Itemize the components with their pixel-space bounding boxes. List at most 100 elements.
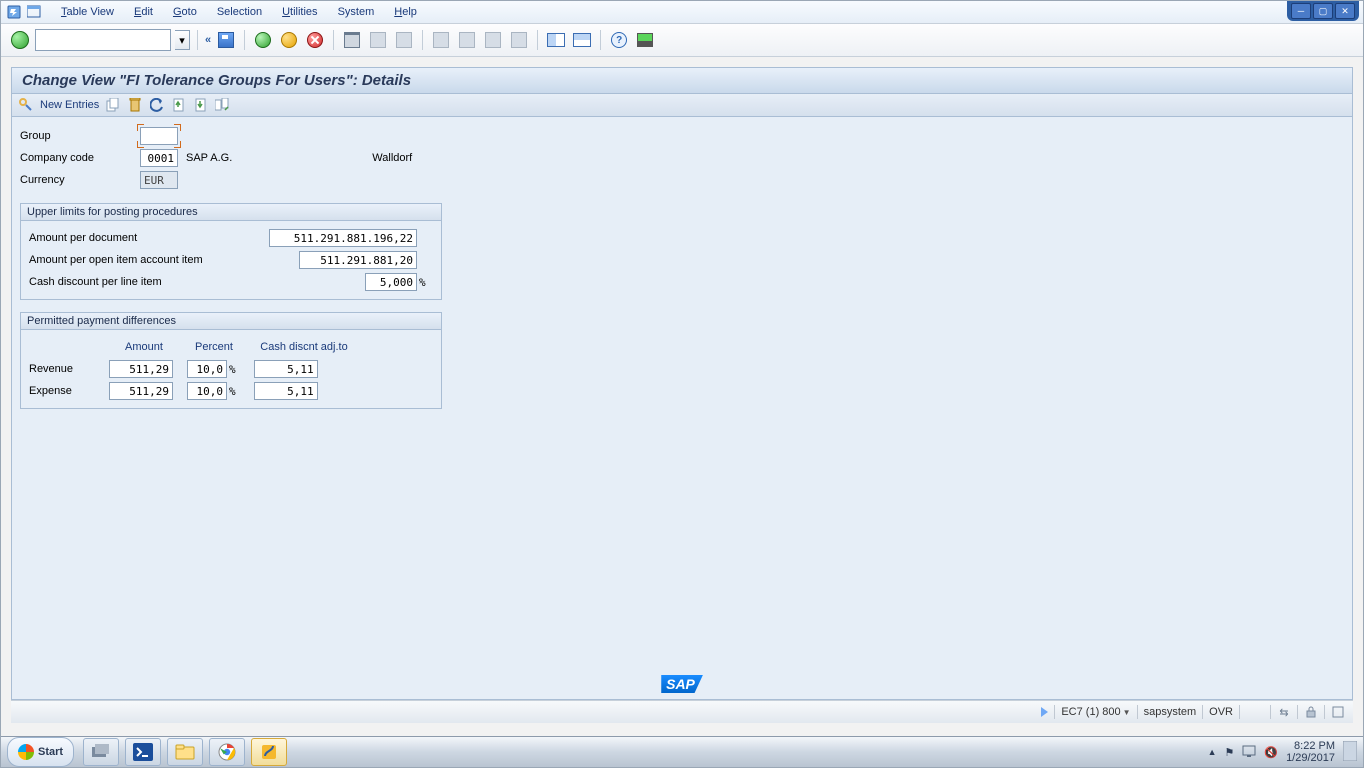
enter-button[interactable] xyxy=(9,29,31,51)
prev-page-button[interactable] xyxy=(456,29,478,51)
tray-clock[interactable]: 8:22 PM 1/29/2017 xyxy=(1286,740,1335,764)
group-input[interactable] xyxy=(140,127,178,145)
status-system[interactable]: EC7 (1) 800 xyxy=(1061,706,1120,718)
lock-icon[interactable] xyxy=(1304,705,1318,719)
print-icon xyxy=(344,32,360,48)
help-button[interactable]: ? xyxy=(608,29,630,51)
save-button[interactable] xyxy=(215,29,237,51)
windows-icon xyxy=(18,744,34,760)
overview-button[interactable] xyxy=(215,97,231,113)
exit-button[interactable] xyxy=(278,29,300,51)
change-display-button[interactable] xyxy=(18,97,34,113)
system-tray: ▲ ⚑ 🔇 8:22 PM 1/29/2017 xyxy=(1202,740,1363,764)
find-next-button[interactable] xyxy=(393,29,415,51)
first-page-icon xyxy=(433,32,449,48)
task-chrome[interactable] xyxy=(209,738,245,766)
menu-edit[interactable]: Edit xyxy=(134,6,153,18)
form-area: Group Company code SAP A.G. Walldorf Cur… xyxy=(11,117,1353,700)
application-toolbar: New Entries xyxy=(11,94,1353,117)
expense-amount-input[interactable] xyxy=(109,382,173,400)
windows-taskbar: Start ▲ ⚑ 🔇 8:22 PM 1/29/2017 xyxy=(1,736,1363,767)
permitted-diff-title: Permitted payment differences xyxy=(21,313,441,330)
amount-per-document-label: Amount per document xyxy=(29,232,269,244)
minimize-button[interactable]: ─ xyxy=(1291,3,1311,19)
find-icon xyxy=(370,32,386,48)
maximize-button[interactable]: ▢ xyxy=(1313,3,1333,19)
back-button[interactable] xyxy=(252,29,274,51)
play-icon[interactable] xyxy=(1041,707,1048,717)
layout-icon xyxy=(637,33,653,47)
prev-entry-button[interactable] xyxy=(171,97,187,113)
tray-flag-icon[interactable]: ⚑ xyxy=(1224,746,1234,759)
delete-button[interactable] xyxy=(127,97,143,113)
new-session-icon xyxy=(547,33,565,47)
upper-limits-title: Upper limits for posting procedures xyxy=(21,204,441,221)
copy-as-button[interactable] xyxy=(105,97,121,113)
content-area: Change View "FI Tolerance Groups For Use… xyxy=(1,57,1363,723)
task-sap-gui[interactable] xyxy=(251,738,287,766)
shortcut-button[interactable] xyxy=(571,29,593,51)
tray-network-icon[interactable] xyxy=(1242,744,1256,761)
col-amount-header: Amount xyxy=(109,341,179,353)
command-field-dropdown[interactable]: ▾ xyxy=(175,30,190,50)
task-explorer[interactable] xyxy=(167,738,203,766)
next-page-button[interactable] xyxy=(482,29,504,51)
cancel-button[interactable] xyxy=(304,29,326,51)
first-page-button[interactable] xyxy=(430,29,452,51)
layout-button[interactable] xyxy=(634,29,656,51)
script-icon[interactable] xyxy=(1331,705,1345,719)
exit-icon xyxy=(281,32,297,48)
new-session-button[interactable] xyxy=(545,29,567,51)
revenue-percent-input[interactable] xyxy=(187,360,227,378)
task-server-manager[interactable] xyxy=(83,738,119,766)
close-button[interactable]: ✕ xyxy=(1335,3,1355,19)
menu-system[interactable]: System xyxy=(338,6,375,18)
revenue-label: Revenue xyxy=(29,363,109,375)
new-entries-button[interactable]: New Entries xyxy=(40,99,99,111)
standard-toolbar: ▾ « ? xyxy=(1,24,1363,57)
last-page-icon xyxy=(511,32,527,48)
revenue-amount-input[interactable] xyxy=(109,360,173,378)
checkmark-icon xyxy=(11,31,29,49)
menu-utilities[interactable]: Utilities xyxy=(282,6,317,18)
back-icon xyxy=(255,32,271,48)
chevron-down-icon[interactable]: ▼ xyxy=(1123,708,1131,717)
dropdown-icon[interactable] xyxy=(27,5,41,19)
last-page-button[interactable] xyxy=(508,29,530,51)
menu-table-view[interactable]: TTable Viewable View xyxy=(61,6,114,18)
tray-sound-icon[interactable]: 🔇 xyxy=(1264,746,1278,759)
find-next-icon xyxy=(396,32,412,48)
task-powershell[interactable] xyxy=(125,738,161,766)
print-button[interactable] xyxy=(341,29,363,51)
undo-button[interactable] xyxy=(149,97,165,113)
cash-discount-per-line-label: Cash discount per line item xyxy=(29,276,269,288)
company-city-text: Walldorf xyxy=(372,152,412,164)
app-window: TTable Viewable View Edit Goto Selection… xyxy=(0,0,1364,768)
cash-discount-per-line-input[interactable] xyxy=(365,273,417,291)
amount-per-document-input[interactable] xyxy=(269,229,417,247)
start-button[interactable]: Start xyxy=(7,737,74,767)
company-name-text: SAP A.G. xyxy=(186,152,232,164)
prev-page-icon xyxy=(459,32,475,48)
command-field[interactable] xyxy=(35,29,171,51)
percent-unit: % xyxy=(419,276,426,289)
next-entry-button[interactable] xyxy=(193,97,209,113)
double-arrow-icon[interactable]: « xyxy=(205,34,211,46)
revenue-cash-input[interactable] xyxy=(254,360,318,378)
amount-per-open-item-input[interactable] xyxy=(299,251,417,269)
menu-goto[interactable]: Goto xyxy=(173,6,197,18)
save-icon xyxy=(218,32,234,48)
expense-cash-input[interactable] xyxy=(254,382,318,400)
app-menu-icon[interactable] xyxy=(7,5,21,19)
percent-unit: % xyxy=(229,385,236,398)
tray-expand-icon[interactable]: ▲ xyxy=(1208,747,1217,757)
local-layout-icon[interactable]: ⇆ xyxy=(1277,705,1291,719)
show-desktop-button[interactable] xyxy=(1343,741,1357,764)
find-button[interactable] xyxy=(367,29,389,51)
company-code-input[interactable] xyxy=(140,149,178,167)
permitted-diff-section: Permitted payment differences Amount Per… xyxy=(20,312,442,409)
help-icon: ? xyxy=(611,32,627,48)
menu-help[interactable]: Help xyxy=(394,6,417,18)
expense-percent-input[interactable] xyxy=(187,382,227,400)
menu-selection[interactable]: Selection xyxy=(217,6,262,18)
